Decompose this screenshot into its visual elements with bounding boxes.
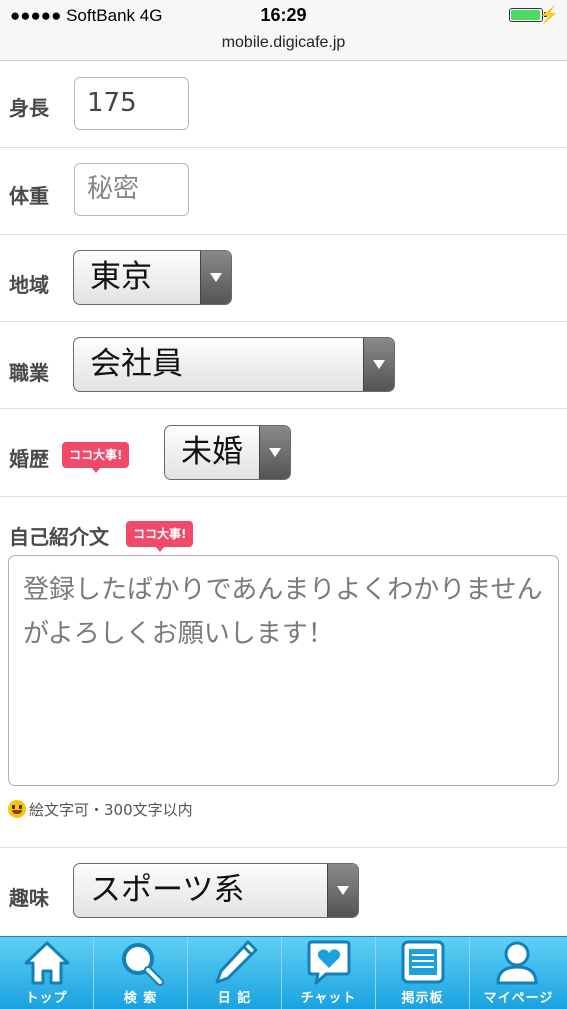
region-label: 地域 [9,273,49,297]
tab-mypage-label: マイページ [483,991,554,1006]
hobby-select[interactable]: スポーツ系 [73,863,359,918]
form-row-job: 職業 会社員 [0,322,567,409]
board-icon [401,940,445,984]
hobby-label: 趣味 [9,886,49,910]
chevron-down-icon [363,338,394,391]
user-icon [496,941,538,985]
marriage-label: 婚歴 [9,447,49,471]
tab-diary-label: 日 記 [217,991,252,1006]
weight-input[interactable]: 秘密 [74,163,189,216]
hobby-select-value: スポーツ系 [90,872,245,908]
tab-chat[interactable]: チャット [282,937,376,1009]
important-badge: ココ大事! [126,521,194,552]
intro-label: 自己紹介文 [9,525,109,549]
region-select-value: 東京 [90,259,152,295]
form-row-hobby: 趣味 スポーツ系 [0,848,567,936]
form-row-region: 地域 東京 [0,235,567,322]
weight-label: 体重 [9,184,49,208]
chevron-down-icon [200,251,231,304]
tab-bar: トップ 検 索 日 記 チャット 掲示板 マイページ [0,936,567,1009]
marriage-select-value: 未婚 [181,434,243,470]
tab-diary[interactable]: 日 記 [188,937,282,1009]
tab-board[interactable]: 掲示板 [376,937,470,1009]
form-row-marriage: 婚歴 ココ大事! 未婚 [0,409,567,497]
pencil-icon [215,940,258,984]
region-select[interactable]: 東京 [73,250,232,305]
form-row-height: 身長 175 [0,61,567,148]
chevron-down-icon [327,864,358,917]
status-bar: ●●●●● SoftBank 4G 16:29 ⚡ [0,0,567,30]
height-input[interactable]: 175 [74,77,189,130]
intro-note: 絵文字可・300文字以内 [8,799,193,820]
address-bar[interactable]: mobile.digicafe.jp [0,30,567,61]
tab-search-label: 検 索 [123,991,158,1006]
tab-top-label: トップ [25,991,68,1006]
job-select-value: 会社員 [90,346,183,382]
form-row-weight: 体重 秘密 [0,148,567,235]
tab-board-label: 掲示板 [401,991,444,1006]
search-icon [122,943,164,986]
chat-heart-icon [307,940,351,985]
job-label: 職業 [9,361,49,385]
home-icon [24,941,70,985]
tab-search[interactable]: 検 索 [94,937,188,1009]
important-badge: ココ大事! [62,442,130,473]
tab-chat-label: チャット [300,991,357,1006]
marriage-select[interactable]: 未婚 [164,425,291,480]
job-select[interactable]: 会社員 [73,337,395,392]
chevron-down-icon [259,426,290,479]
clock: 16:29 [260,5,307,25]
intro-textarea[interactable]: 登録したばかりであんまりよくわかりませんがよろしくお願いします！ [8,555,559,786]
smiley-icon [8,800,26,818]
intro-note-text: 絵文字可・300文字以内 [29,801,193,819]
tab-top[interactable]: トップ [0,937,94,1009]
charging-icon: ⚡ [539,7,559,24]
battery-icon [509,8,547,22]
height-label: 身長 [9,96,49,120]
tab-mypage[interactable]: マイページ [470,937,567,1009]
